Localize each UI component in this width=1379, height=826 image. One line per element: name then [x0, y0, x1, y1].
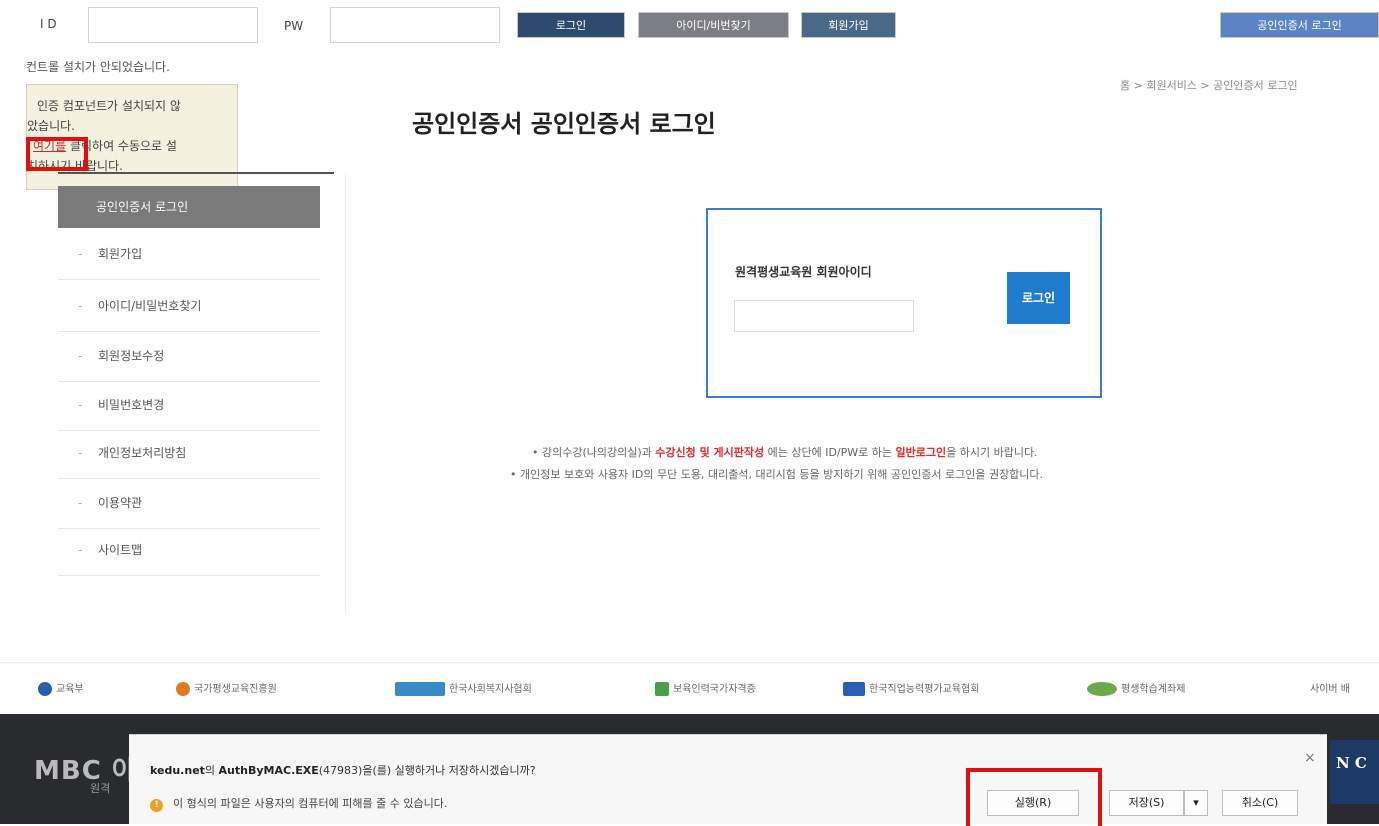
mbc-logo: MBC 아	[34, 756, 137, 786]
partner-kasw[interactable]: 한국사회복지사협회	[395, 680, 532, 696]
close-icon[interactable]: ×	[1304, 750, 1316, 766]
download-warning: ! 이 형식의 파일은 사용자의 컴퓨터에 피해를 줄 수 있습니다.	[150, 795, 447, 812]
pw-input[interactable]	[330, 7, 500, 43]
partner-nile[interactable]: 국가평생교육진흥원	[176, 680, 277, 696]
download-message: kedu.net의 AuthByMAC.EXE(47983)을(를) 실행하거나…	[150, 762, 536, 778]
partner-childcare[interactable]: 보육인력국가자격증	[655, 680, 756, 696]
run-highlight-box	[966, 768, 1102, 826]
login-button[interactable]: 로그인	[517, 12, 625, 38]
partner-label: 보육인력국가자격증	[673, 684, 756, 695]
moe-logo-icon	[38, 682, 52, 696]
partner-label: 한국직업능력평가교육협회	[869, 684, 980, 695]
sidebar-item-password[interactable]: 비밀번호변경	[58, 379, 320, 431]
notice-line2: 았습니다.	[27, 119, 75, 133]
save-dropdown-button[interactable]: ▾	[1184, 790, 1208, 816]
nc-logo: N C	[1330, 740, 1379, 804]
note1-text-c: 을 하시기 바랍니다.	[946, 446, 1038, 459]
note1-text-a: • 강의수강(나의강의실)과	[532, 446, 656, 459]
partner-label: 평생학습계좌제	[1121, 684, 1186, 695]
kasw-logo-icon	[395, 682, 445, 696]
sidebar-item-join[interactable]: 회원가입	[58, 228, 320, 280]
cert-login-button[interactable]: 공인인증서 로그인	[1220, 12, 1379, 38]
note1-highlight-a: 수강신청 및 게시판작성	[655, 446, 765, 459]
find-id-button[interactable]: 아이디/비번찾기	[638, 12, 789, 38]
partner-cyber[interactable]: 사이버 배	[1310, 680, 1350, 695]
pw-label: PW	[284, 19, 304, 33]
childcare-logo-icon	[655, 682, 669, 696]
mbc-sub-text: 원격	[90, 782, 111, 795]
download-filename: AuthByMAC.EXE	[218, 764, 319, 777]
id-label: I D	[40, 17, 57, 31]
partner-kcat[interactable]: 한국직업능력평가교육협회	[843, 680, 979, 696]
notice-line-general-login: • 강의수강(나의강의실)과 수강신청 및 게시판작성 에는 상단에 ID/PW…	[532, 444, 1038, 460]
warning-icon: !	[150, 799, 163, 812]
download-site: kedu.net	[150, 764, 205, 777]
note1-text-b: 에는 상단에 ID/PW로 하는	[764, 446, 896, 459]
download-msg-mid: 의	[204, 764, 219, 777]
partner-label: 교육부	[56, 684, 84, 695]
nile-logo-icon	[176, 682, 190, 696]
member-id-label: 원격평생교육원 회원아이디	[735, 265, 872, 279]
partner-lifelong[interactable]: 평생학습계좌제	[1087, 680, 1185, 696]
kcat-logo-icon	[843, 682, 865, 696]
breadcrumb: 홈 > 회원서비스 > 공인인증서 로그인	[1120, 79, 1298, 92]
sidebar-item-terms[interactable]: 이용약관	[58, 477, 320, 529]
sidebar-item-find[interactable]: 아이디/비밀번호찾기	[58, 280, 320, 332]
warning-text: 이 형식의 파일은 사용자의 컴퓨터에 피해를 줄 수 있습니다.	[173, 797, 448, 810]
note1-highlight-b: 일반로그인	[895, 446, 947, 459]
sidebar-item-privacy[interactable]: 개인정보처리방침	[58, 427, 320, 479]
sidebar-top-line	[58, 172, 334, 174]
notice-line1: 인증 컴포넌트가 설치되지 않	[37, 99, 181, 113]
sidebar-item-edit-info[interactable]: 회원정보수정	[58, 330, 320, 382]
notice-line-cert-recommend: • 개인정보 보호와 사용자 ID의 무단 도용, 대리출석, 대리시험 등을 …	[510, 468, 1044, 481]
save-button[interactable]: 저장(S)	[1109, 790, 1184, 816]
page-title: 공인인증서 공인인증서 로그인	[412, 110, 716, 138]
partner-label: 국가평생교육진흥원	[194, 684, 277, 695]
download-msg-tail: (47983)을(를) 실행하거나 저장하시겠습니까?	[318, 764, 536, 777]
sidebar-item-sitemap[interactable]: 사이트맵	[58, 524, 320, 576]
join-button[interactable]: 회원가입	[801, 12, 896, 38]
partner-moe[interactable]: 교육부	[38, 680, 84, 696]
sidebar-item-cert-login[interactable]: 공인인증서 로그인	[58, 186, 320, 228]
top-login-bar: I D PW 로그인 아이디/비번찾기 회원가입 공인인증서 로그인	[0, 0, 1379, 52]
control-notice-text: 컨트롤 설치가 안되었습니다.	[26, 60, 170, 74]
member-id-input[interactable]	[734, 300, 914, 332]
id-input[interactable]	[88, 7, 258, 43]
cert-login-submit-button[interactable]: 로그인	[1007, 272, 1070, 324]
partner-label: 한국사회복지사협회	[449, 684, 532, 695]
highlight-box	[26, 137, 88, 171]
lifelong-logo-icon	[1087, 682, 1117, 696]
cancel-button[interactable]: 취소(C)	[1222, 790, 1298, 816]
sidebar-divider	[345, 174, 346, 614]
